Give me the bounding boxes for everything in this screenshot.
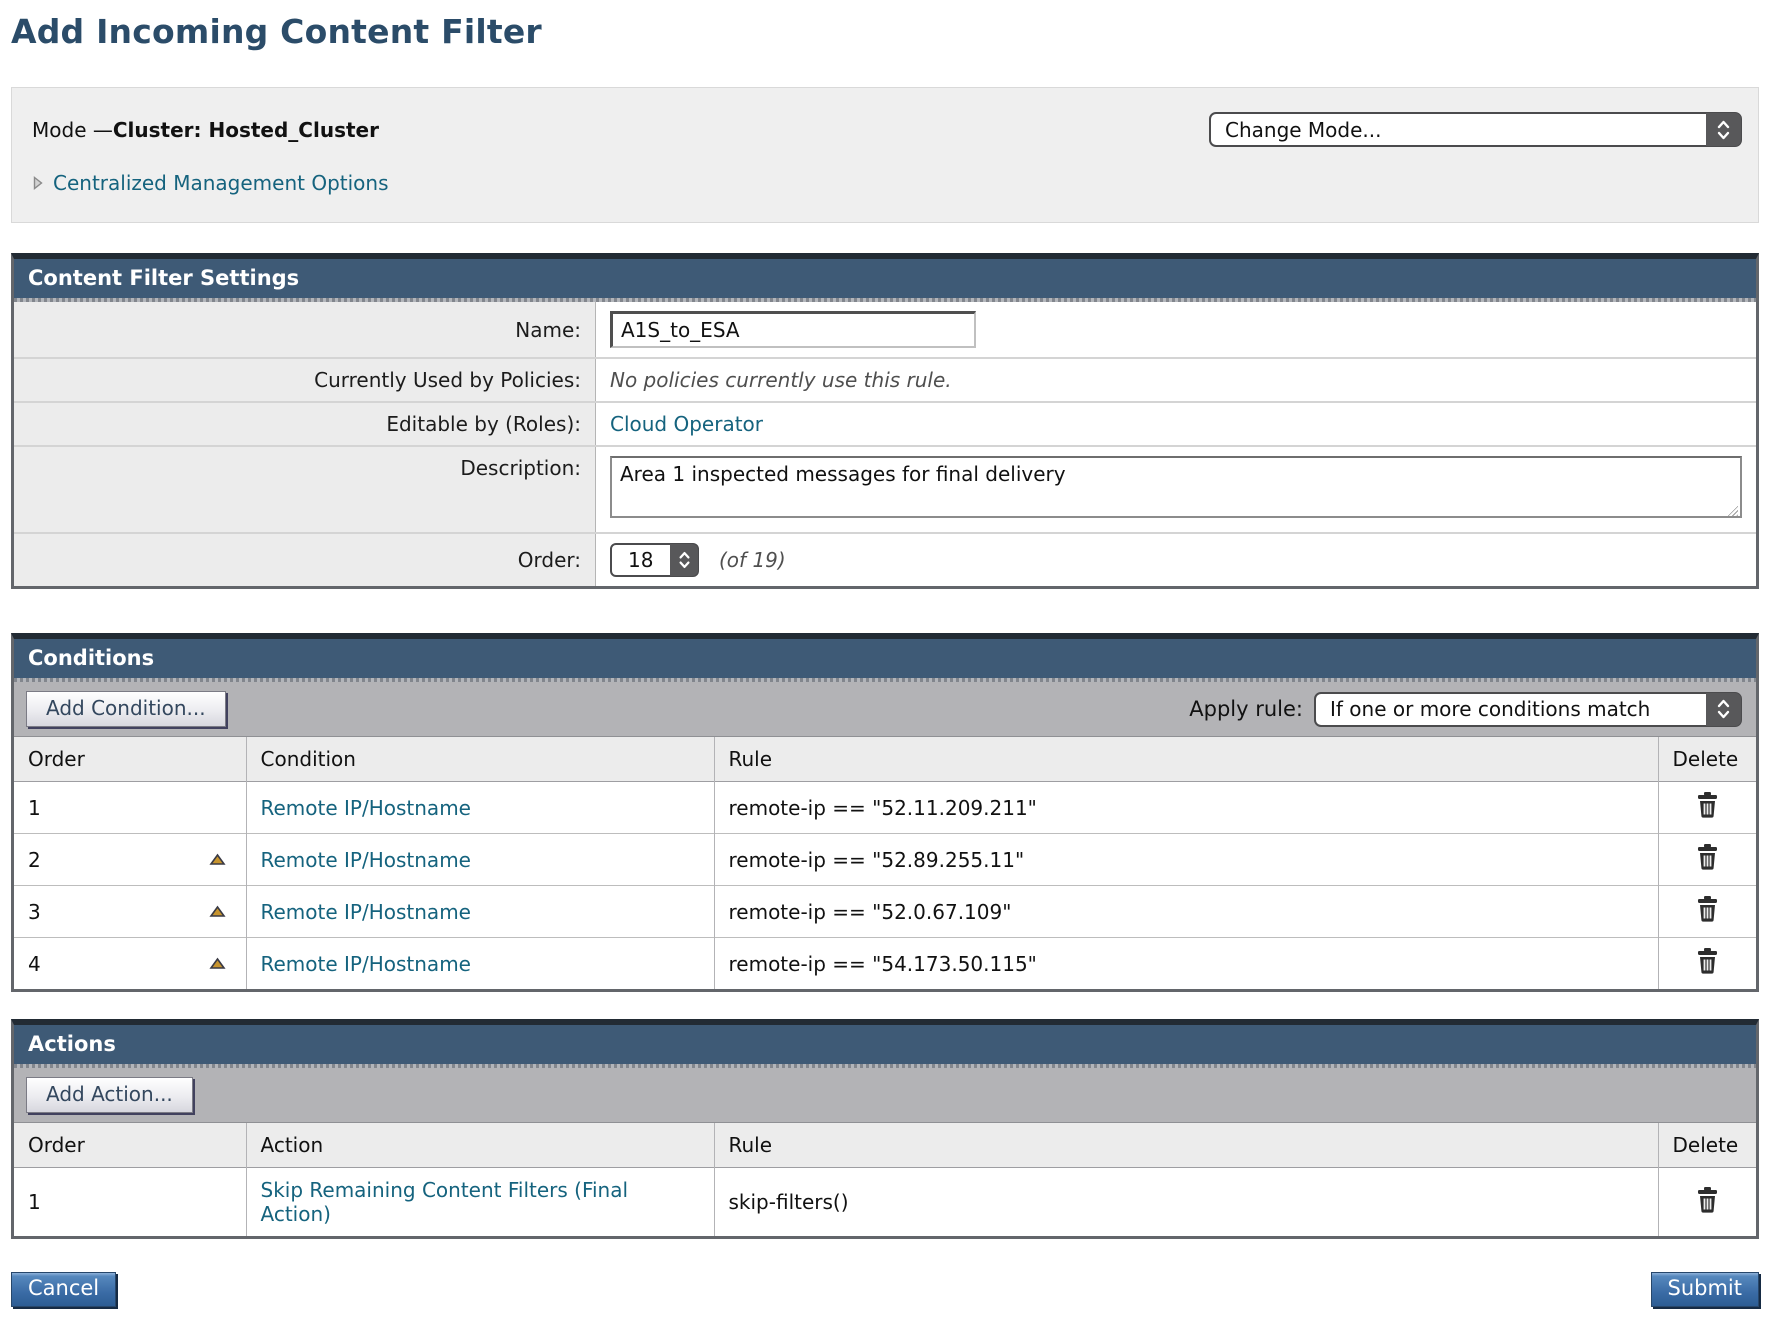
name-label: Name: [14, 302, 596, 358]
cloud-operator-link[interactable]: Cloud Operator [610, 412, 763, 436]
move-up-icon[interactable] [209, 853, 226, 866]
disclosure-triangle-icon[interactable] [32, 175, 44, 191]
add-condition-button[interactable]: Add Condition... [26, 691, 226, 727]
condition-row: 2 Remote IP/Hostname remote-ip == "52.89… [14, 834, 1756, 886]
actions-panel-title: Actions [14, 1025, 1756, 1064]
footer-bar: Cancel Submit [11, 1272, 1759, 1307]
trash-icon [1696, 896, 1719, 922]
submit-button[interactable]: Submit [1651, 1272, 1760, 1307]
delete-condition-button[interactable] [1696, 896, 1719, 922]
settings-row-editable: Editable by (Roles): Cloud Operator [14, 402, 1756, 446]
actions-toolbar: Add Action... [14, 1068, 1756, 1123]
settings-panel-title: Content Filter Settings [14, 259, 1756, 298]
condition-rule: remote-ip == "54.173.50.115" [714, 938, 1658, 990]
add-action-button[interactable]: Add Action... [26, 1077, 193, 1113]
delete-condition-button[interactable] [1696, 844, 1719, 870]
trash-icon [1696, 792, 1719, 818]
policies-label: Currently Used by Policies: [14, 358, 596, 402]
select-stepper-icon [670, 544, 698, 576]
column-header-rule: Rule [714, 737, 1658, 782]
condition-order: 3 [28, 900, 41, 924]
mode-value: Cluster: Hosted_Cluster [113, 118, 379, 142]
order-selected-value: 18 [628, 548, 653, 572]
policies-value: No policies currently use this rule. [610, 368, 952, 392]
column-header-condition: Condition [246, 737, 714, 782]
action-link[interactable]: Skip Remaining Content Filters (Final Ac… [261, 1178, 629, 1226]
column-header-order: Order [14, 737, 246, 782]
actions-panel: Actions Add Action... Order Action Rule … [11, 1019, 1759, 1239]
column-header-order: Order [14, 1123, 246, 1168]
cancel-button[interactable]: Cancel [11, 1272, 116, 1307]
select-stepper-icon [1706, 693, 1741, 726]
condition-link[interactable]: Remote IP/Hostname [261, 952, 471, 976]
apply-rule-selected-value: If one or more conditions match [1330, 697, 1650, 721]
conditions-header-row: Order Condition Rule Delete [14, 737, 1756, 782]
centralized-management-options-link[interactable]: Centralized Management Options [53, 171, 389, 195]
editable-roles-label: Editable by (Roles): [14, 402, 596, 446]
name-input[interactable] [610, 311, 976, 348]
condition-order: 2 [28, 848, 41, 872]
mode-panel: Mode —Cluster: Hosted_Cluster Change Mod… [11, 87, 1759, 223]
select-stepper-icon [1706, 113, 1741, 146]
delete-action-button[interactable] [1696, 1187, 1719, 1213]
settings-row-description: Description: Area 1 inspected messages f… [14, 446, 1756, 533]
mode-text: Mode —Cluster: Hosted_Cluster [32, 118, 379, 142]
trash-icon [1696, 1187, 1719, 1213]
condition-link[interactable]: Remote IP/Hostname [261, 796, 471, 820]
column-header-delete: Delete [1658, 1123, 1756, 1168]
action-order: 1 [28, 1190, 41, 1214]
trash-icon [1696, 948, 1719, 974]
condition-order: 1 [28, 796, 41, 820]
change-mode-selected-value: Change Mode... [1225, 118, 1382, 142]
actions-header-row: Order Action Rule Delete [14, 1123, 1756, 1168]
content-filter-settings-panel: Content Filter Settings Name: Currently … [11, 253, 1759, 589]
column-header-action: Action [246, 1123, 714, 1168]
action-row: 1 Skip Remaining Content Filters (Final … [14, 1168, 1756, 1237]
conditions-panel-title: Conditions [14, 639, 1756, 678]
page: Add Incoming Content Filter Mode —Cluste… [0, 0, 1770, 1317]
apply-rule-select[interactable]: If one or more conditions match [1314, 692, 1742, 727]
trash-icon [1696, 844, 1719, 870]
condition-link[interactable]: Remote IP/Hostname [261, 848, 471, 872]
condition-row: 3 Remote IP/Hostname remote-ip == "52.0.… [14, 886, 1756, 938]
condition-order: 4 [28, 952, 41, 976]
description-label: Description: [14, 446, 596, 533]
conditions-toolbar: Add Condition... Apply rule: If one or m… [14, 682, 1756, 737]
order-total-text: (of 19) [719, 548, 786, 572]
condition-row: 4 Remote IP/Hostname remote-ip == "54.17… [14, 938, 1756, 990]
mode-label: Mode — [32, 118, 113, 142]
column-header-rule: Rule [714, 1123, 1658, 1168]
settings-row-name: Name: [14, 302, 1756, 358]
delete-condition-button[interactable] [1696, 792, 1719, 818]
change-mode-select[interactable]: Change Mode... [1209, 112, 1742, 147]
settings-row-order: Order: 18 (of 19) [14, 533, 1756, 586]
page-title: Add Incoming Content Filter [11, 12, 1759, 51]
condition-rule: remote-ip == "52.89.255.11" [714, 834, 1658, 886]
conditions-panel: Conditions Add Condition... Apply rule: … [11, 633, 1759, 992]
description-textarea[interactable]: Area 1 inspected messages for final deli… [610, 456, 1742, 518]
apply-rule-label: Apply rule: [1189, 697, 1303, 721]
move-up-icon[interactable] [209, 957, 226, 970]
order-label: Order: [14, 533, 596, 586]
move-up-icon[interactable] [209, 905, 226, 918]
condition-row: 1 Remote IP/Hostname remote-ip == "52.11… [14, 782, 1756, 834]
order-select[interactable]: 18 [610, 543, 699, 577]
action-rule: skip-filters() [714, 1168, 1658, 1237]
column-header-delete: Delete [1658, 737, 1756, 782]
condition-link[interactable]: Remote IP/Hostname [261, 900, 471, 924]
settings-row-policies: Currently Used by Policies: No policies … [14, 358, 1756, 402]
delete-condition-button[interactable] [1696, 948, 1719, 974]
condition-rule: remote-ip == "52.0.67.109" [714, 886, 1658, 938]
condition-rule: remote-ip == "52.11.209.211" [714, 782, 1658, 834]
